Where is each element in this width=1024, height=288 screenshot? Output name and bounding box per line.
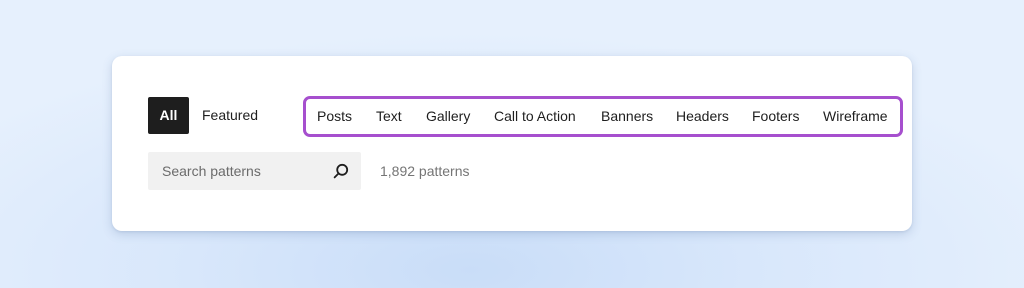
category-tabs: All Featured Posts Text Gallery Call to … [148, 96, 903, 137]
pattern-library-card: All Featured Posts Text Gallery Call to … [112, 56, 912, 231]
tab-wireframe[interactable]: Wireframe [823, 99, 888, 134]
tab-posts[interactable]: Posts [317, 99, 352, 134]
tab-all[interactable]: All [148, 97, 189, 134]
search-input[interactable] [148, 152, 323, 190]
search-icon[interactable] [332, 162, 350, 180]
tab-footers[interactable]: Footers [752, 99, 799, 134]
pattern-count: 1,892 patterns [380, 163, 470, 179]
highlighted-category-group: Posts Text Gallery Call to Action Banner… [303, 96, 903, 137]
tab-text[interactable]: Text [376, 99, 402, 134]
tab-gallery[interactable]: Gallery [426, 99, 470, 134]
tab-featured[interactable]: Featured [202, 97, 258, 134]
tab-banners[interactable]: Banners [601, 99, 653, 134]
tab-headers[interactable]: Headers [676, 99, 729, 134]
tab-call-to-action[interactable]: Call to Action [494, 99, 576, 134]
search-box [148, 152, 361, 190]
